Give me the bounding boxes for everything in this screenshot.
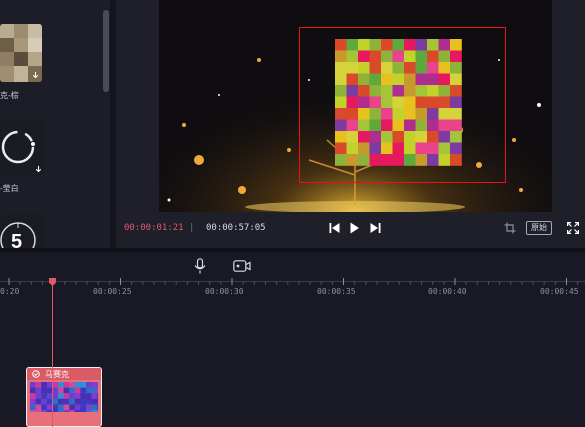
download-icon[interactable] bbox=[31, 71, 40, 80]
download-icon[interactable] bbox=[34, 165, 43, 174]
countdown-preview: 5 bbox=[0, 222, 36, 248]
playhead[interactable] bbox=[52, 278, 53, 427]
selection-box[interactable] bbox=[299, 27, 506, 183]
ruler-label: 00:00:40 bbox=[428, 287, 467, 296]
ruler-label: 00:00:45 bbox=[540, 287, 579, 296]
effect-icon bbox=[32, 370, 40, 378]
prev-frame-icon[interactable] bbox=[329, 222, 340, 234]
fullscreen-icon[interactable] bbox=[567, 222, 579, 234]
ruler-label: 00:00:30 bbox=[205, 287, 244, 296]
time-separator: | bbox=[189, 223, 195, 233]
play-icon[interactable] bbox=[349, 222, 360, 234]
player-panel: 00:00:01:21 | 00:00:57:05 原始 bbox=[116, 0, 585, 248]
scrollbar[interactable] bbox=[103, 10, 109, 92]
total-time: 00:00:57:05 bbox=[206, 223, 266, 233]
ruler-label: 00:00:35 bbox=[317, 287, 356, 296]
ratio-button[interactable]: 原始 bbox=[526, 221, 552, 235]
ruler-label: 0:20 bbox=[0, 287, 20, 296]
clip-filmstrip bbox=[30, 382, 98, 412]
next-frame-icon[interactable] bbox=[370, 222, 381, 234]
current-time: 00:00:01:21 bbox=[124, 223, 184, 233]
material-label: 克-棕 bbox=[0, 91, 19, 100]
svg-text:5: 5 bbox=[11, 231, 22, 248]
ruler-ticks bbox=[8, 278, 579, 285]
ruler-label: 00:00:25 bbox=[93, 287, 132, 296]
timeline-panel: 0:20 00:00:25 00:00:30 00:00:35 00:00:40 00:0… bbox=[0, 252, 585, 427]
clip-header: 马赛克 bbox=[27, 368, 101, 380]
material-thumbnail[interactable] bbox=[0, 120, 45, 176]
clip-name: 马赛克 bbox=[45, 370, 69, 379]
crop-icon[interactable] bbox=[504, 222, 516, 234]
microphone-icon[interactable] bbox=[194, 258, 206, 274]
mosaic-clip[interactable]: 马赛克 bbox=[26, 367, 102, 427]
material-thumbnail[interactable]: 5 bbox=[0, 214, 45, 248]
material-thumbnail[interactable] bbox=[0, 24, 42, 82]
material-panel: 克-棕 -莹白 5 bbox=[0, 0, 110, 248]
material-label: -莹白 bbox=[0, 184, 19, 193]
player-controls: 00:00:01:21 | 00:00:57:05 原始 bbox=[116, 212, 585, 248]
camera-icon[interactable] bbox=[233, 260, 251, 272]
video-preview[interactable] bbox=[159, 0, 552, 212]
